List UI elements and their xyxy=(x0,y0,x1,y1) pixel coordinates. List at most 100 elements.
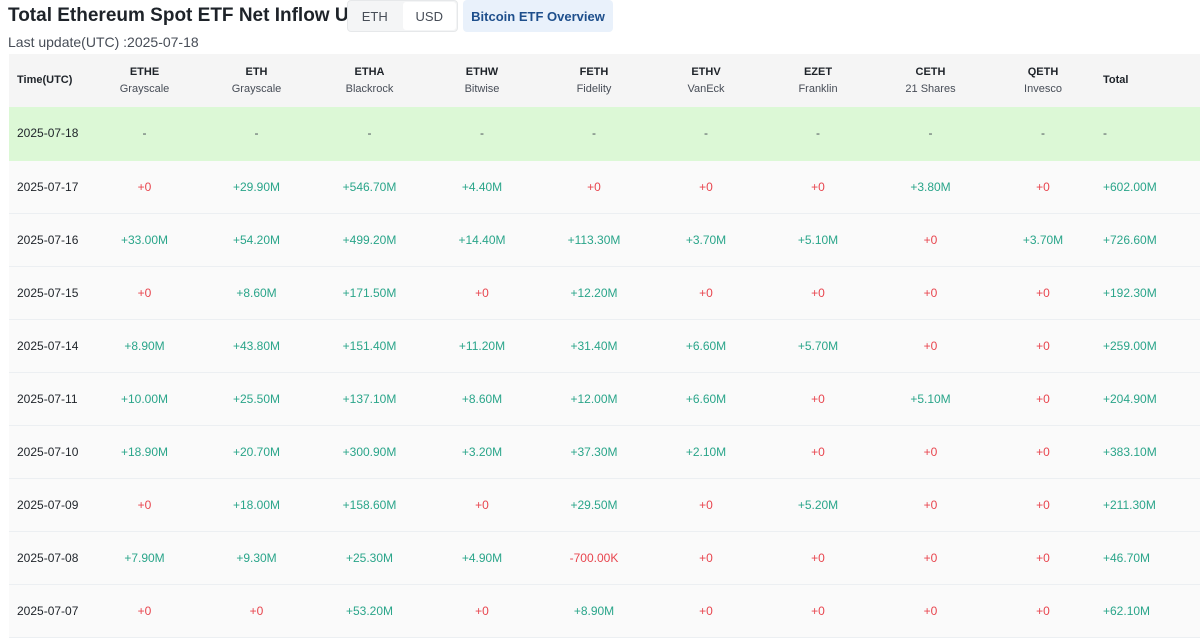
flow-cell: +29.90M xyxy=(232,179,281,194)
flow-cell: +0 xyxy=(811,391,825,406)
table-row: 2025-07-15 +0 +8.60M +171.50M +0 +12.20M +0 +0 +… xyxy=(9,266,1200,319)
flow-cell: +0 xyxy=(923,603,938,618)
column-symbol: EZET xyxy=(803,65,833,78)
flow-cell: +0 xyxy=(1036,391,1050,406)
flow-cell: +0 xyxy=(137,285,152,300)
flow-cell: +0 xyxy=(475,285,489,300)
flow-cell: +113.30M xyxy=(567,232,621,247)
column-issuer: Blackrock xyxy=(345,82,394,95)
column-symbol: FETH xyxy=(579,65,609,78)
total-cell: +259.00M xyxy=(1103,338,1157,353)
flow-cell: +0 xyxy=(699,550,713,565)
flow-cell: +546.70M xyxy=(342,179,397,194)
table-row: 2025-07-18 - - - - - - - - - - xyxy=(9,107,1200,160)
flow-cell: +0 xyxy=(699,179,713,194)
flow-cell: +0 xyxy=(923,497,938,512)
bitcoin-etf-overview-button[interactable]: Bitcoin ETF Overview xyxy=(463,0,613,32)
date-cell: 2025-07-15 xyxy=(17,285,79,300)
flow-cell: +11.20M xyxy=(458,338,506,353)
date-cell: 2025-07-07 xyxy=(17,603,79,618)
flow-cell: +25.50M xyxy=(232,391,281,406)
flow-cell: +8.90M xyxy=(573,603,615,618)
flow-cell: +0 xyxy=(923,232,938,247)
flow-cell: +0 xyxy=(475,603,489,618)
flow-cell: +0 xyxy=(811,444,825,459)
toggle-usd-option[interactable]: USD xyxy=(402,2,456,30)
page-title: Total Ethereum Spot ETF Net Inflow USD xyxy=(8,5,375,26)
flow-cell: +0 xyxy=(811,550,825,565)
flow-cell: +0 xyxy=(923,444,938,459)
total-column-header: Total xyxy=(1103,74,1129,86)
flow-cell: - xyxy=(816,126,820,141)
column-issuer: VanEck xyxy=(687,82,725,95)
flow-cell: +18.90M xyxy=(120,444,169,459)
column-issuer: Fidelity xyxy=(576,82,612,95)
table-row: 2025-07-16 +33.00M +54.20M +499.20M +14.40M +… xyxy=(9,213,1200,266)
flow-cell: +9.30M xyxy=(236,550,277,565)
flow-cell: - xyxy=(704,126,708,141)
flow-cell: +0 xyxy=(923,550,938,565)
flow-cell: +8.60M xyxy=(461,391,503,406)
column-header-etha: ETHA Blackrock xyxy=(313,54,426,107)
column-symbol: ETHA xyxy=(354,65,385,78)
flow-cell: +4.40M xyxy=(461,179,503,194)
flow-cell: +53.20M xyxy=(345,603,394,618)
flow-cell: +29.50M xyxy=(570,497,618,512)
flow-cell: +0 xyxy=(1036,550,1050,565)
flow-cell: +8.90M xyxy=(124,338,165,353)
date-cell: 2025-07-18 xyxy=(17,126,79,141)
table-row: 2025-07-14 +8.90M +43.80M +151.40M +11.20M +3… xyxy=(9,319,1200,372)
flow-cell: +151.40M xyxy=(342,338,397,353)
flow-cell: +0 xyxy=(1036,338,1050,353)
flow-cell: +0 xyxy=(1036,603,1050,618)
date-cell: 2025-07-09 xyxy=(17,497,79,512)
flow-cell: +5.10M xyxy=(910,391,951,406)
flow-cell: +7.90M xyxy=(124,550,165,565)
table-row: 2025-07-11 +10.00M +25.50M +137.10M +8.60M +1… xyxy=(9,372,1200,425)
flow-cell: +0 xyxy=(923,338,938,353)
flow-cell: +5.10M xyxy=(797,232,839,247)
flow-cell: +2.10M xyxy=(685,444,727,459)
flow-cell: +37.30M xyxy=(570,444,618,459)
date-cell: 2025-07-08 xyxy=(17,550,79,565)
total-cell: +204.90M xyxy=(1103,391,1157,406)
total-cell: +726.60M xyxy=(1103,232,1157,247)
total-cell: +62.10M xyxy=(1103,603,1151,618)
flow-cell: +0 xyxy=(137,497,152,512)
flow-cell: - xyxy=(480,126,484,141)
flow-cell: +33.00M xyxy=(120,232,169,247)
column-symbol: ETH xyxy=(245,65,268,78)
flow-cell: +0 xyxy=(699,603,713,618)
flow-cell: +0 xyxy=(699,497,713,512)
flow-cell: +18.00M xyxy=(232,497,281,512)
column-issuer: Invesco xyxy=(1024,82,1062,95)
flow-cell: - xyxy=(592,126,596,141)
flow-cell: +171.50M xyxy=(342,285,397,300)
total-cell: +602.00M xyxy=(1103,179,1157,194)
column-header-ethe: ETHE Grayscale xyxy=(89,54,200,107)
toggle-eth-option[interactable]: ETH xyxy=(348,1,402,31)
flow-cell: +20.70M xyxy=(232,444,281,459)
flow-cell: +158.60M xyxy=(342,497,397,512)
flow-cell: +3.70M xyxy=(685,232,727,247)
flow-cell: +3.70M xyxy=(1022,232,1064,247)
column-header-ceth: CETH 21 Shares xyxy=(874,54,987,107)
flow-cell: +10.00M xyxy=(120,391,169,406)
unit-toggle[interactable]: ETH USD xyxy=(347,0,458,32)
date-cell: 2025-07-10 xyxy=(17,444,79,459)
flow-cell: +0 xyxy=(1036,497,1050,512)
flow-cell: +300.90M xyxy=(342,444,397,459)
flow-cell: +0 xyxy=(811,179,825,194)
flow-cell: +0 xyxy=(811,603,825,618)
flow-cell: +0 xyxy=(1036,444,1050,459)
column-issuer: Grayscale xyxy=(231,82,282,95)
flow-cell: +6.60M xyxy=(685,338,727,353)
flow-cell: +0 xyxy=(699,285,713,300)
column-header-qeth: QETH Invesco xyxy=(987,54,1099,107)
flow-cell: +4.90M xyxy=(461,550,503,565)
flow-cell: +3.20M xyxy=(461,444,503,459)
flow-cell: +25.30M xyxy=(345,550,394,565)
time-column-header: Time(UTC) xyxy=(17,74,73,86)
flow-cell: +31.40M xyxy=(570,338,618,353)
date-cell: 2025-07-16 xyxy=(17,232,79,247)
